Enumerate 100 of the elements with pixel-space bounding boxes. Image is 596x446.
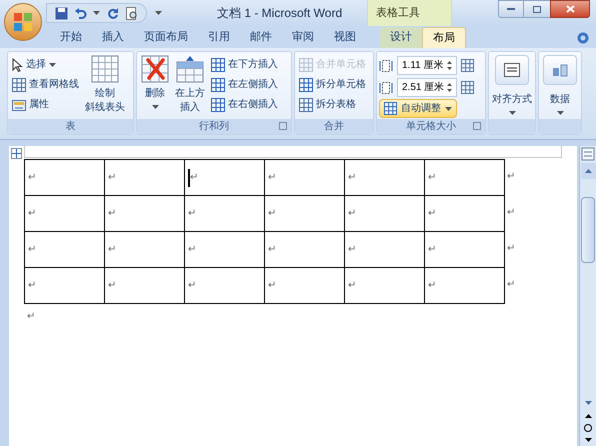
paragraph-mark: ↵ bbox=[108, 280, 116, 290]
spin-arrows-icon[interactable] bbox=[447, 82, 452, 93]
table-cell[interactable]: ↵ bbox=[344, 160, 424, 196]
ribbon-button[interactable]: 在右侧插入 bbox=[209, 95, 280, 114]
group-label: 合并 bbox=[324, 122, 344, 132]
ribbon-tab[interactable]: 布局 bbox=[422, 27, 466, 48]
ribbon-large-button[interactable]: 数据 bbox=[541, 55, 579, 115]
print-preview-icon[interactable] bbox=[125, 6, 138, 20]
undo-icon[interactable] bbox=[74, 6, 87, 20]
down-arrow-icon bbox=[584, 401, 592, 405]
table-cell[interactable]: ↵ bbox=[104, 160, 184, 196]
table-cell[interactable]: ↵ bbox=[264, 196, 344, 232]
ribbon-button[interactable]: 拆分单元格 bbox=[297, 75, 368, 94]
ribbon-large-button[interactable]: 对齐方式 bbox=[490, 55, 534, 115]
help-icon[interactable] bbox=[577, 32, 589, 44]
customize-toolbar-icon[interactable] bbox=[155, 11, 162, 15]
table-cell[interactable]: ↵ bbox=[264, 232, 344, 268]
row-height-icon bbox=[379, 58, 393, 72]
paragraph-mark: ↵ bbox=[268, 208, 276, 218]
table-cell[interactable]: ↵ bbox=[264, 160, 344, 196]
table-cell[interactable]: ↵ bbox=[184, 160, 264, 196]
distribute-rows-icon bbox=[461, 59, 474, 72]
ribbon-button[interactable]: 属性 bbox=[10, 95, 81, 114]
paragraph-mark: ↵ bbox=[348, 244, 356, 254]
table-cell[interactable]: ↵ bbox=[424, 196, 504, 232]
column-width-icon bbox=[379, 80, 393, 94]
paragraph-mark: ↵ bbox=[348, 208, 356, 218]
maximize-button[interactable] bbox=[524, 0, 550, 18]
close-button[interactable] bbox=[550, 0, 590, 18]
ribbon-large-button[interactable]: 删除 bbox=[139, 55, 171, 109]
group-label: 行和列 bbox=[199, 122, 229, 132]
spin-arrows-icon[interactable] bbox=[447, 60, 452, 71]
paragraph-mark: ↵ bbox=[268, 244, 276, 254]
paragraph-mark: ↵ bbox=[428, 244, 436, 254]
table-cell[interactable]: ↵ bbox=[344, 196, 424, 232]
paragraph-mark: ↵ bbox=[190, 172, 198, 182]
alignment-icon bbox=[504, 63, 520, 77]
table-cell[interactable]: ↵ bbox=[424, 268, 504, 304]
paragraph-mark: ↵ bbox=[428, 208, 436, 218]
scroll-up-button[interactable] bbox=[580, 163, 596, 179]
ribbon-tab[interactable]: 邮件 bbox=[240, 27, 282, 48]
ribbon-tab[interactable]: 设计 bbox=[380, 27, 422, 48]
insert-left-icon bbox=[211, 78, 225, 92]
paragraph-mark: ↵ bbox=[188, 244, 196, 254]
save-icon[interactable] bbox=[55, 6, 68, 20]
ribbon-button[interactable]: 在下方插入 bbox=[209, 55, 280, 74]
redo-icon[interactable] bbox=[106, 6, 119, 20]
row-end-mark: ↵ bbox=[507, 280, 515, 290]
ribbon-button[interactable]: 在左侧插入 bbox=[209, 75, 280, 94]
dropdown-caret-icon[interactable] bbox=[93, 11, 100, 15]
ribbon-large-button[interactable]: 绘制 斜线表头 bbox=[83, 55, 127, 115]
table-cell[interactable]: ↵ bbox=[104, 268, 184, 304]
table-cell[interactable]: ↵ bbox=[184, 232, 264, 268]
table-cell[interactable]: ↵ bbox=[184, 196, 264, 232]
ribbon-button[interactable]: 查看网格线 bbox=[10, 75, 81, 94]
ribbon-tab[interactable]: 开始 bbox=[50, 27, 92, 48]
size-field[interactable]: 1.11 厘米 bbox=[397, 56, 457, 75]
ribbon-tab[interactable]: 页面布局 bbox=[134, 27, 198, 48]
table-cell[interactable]: ↵ bbox=[24, 268, 104, 304]
ruler-toggle-icon[interactable] bbox=[581, 147, 595, 161]
browse-object-icon[interactable] bbox=[584, 424, 592, 432]
office-logo-icon bbox=[13, 12, 33, 32]
minimize-button[interactable] bbox=[498, 0, 524, 18]
table-cell[interactable]: ↵ bbox=[344, 232, 424, 268]
scroll-thumb[interactable] bbox=[581, 197, 595, 263]
group-label: 单元格大小 bbox=[406, 122, 456, 132]
ribbon-tab[interactable]: 视图 bbox=[324, 27, 366, 48]
paragraph-mark: ↵ bbox=[27, 312, 36, 322]
insert-above-icon bbox=[176, 55, 204, 83]
paragraph-mark: ↵ bbox=[108, 244, 116, 254]
table-cell[interactable]: ↵ bbox=[24, 232, 104, 268]
ribbon-button[interactable]: 拆分表格 bbox=[297, 95, 368, 114]
ribbon-button[interactable]: 选择 bbox=[10, 55, 81, 74]
table-cell[interactable]: ↵ bbox=[184, 268, 264, 304]
close-icon bbox=[566, 5, 574, 13]
down-arrow-icon bbox=[584, 438, 592, 442]
paragraph-mark: ↵ bbox=[428, 280, 436, 290]
paragraph-mark: ↵ bbox=[28, 280, 36, 290]
table-cell[interactable]: ↵ bbox=[264, 268, 344, 304]
size-field[interactable]: 2.51 厘米 bbox=[397, 78, 457, 97]
autofit-button[interactable]: 自动调整 bbox=[379, 99, 457, 118]
paragraph-mark: ↵ bbox=[428, 172, 436, 182]
table-cell[interactable]: ↵ bbox=[104, 232, 184, 268]
table-cell[interactable]: ↵ bbox=[424, 232, 504, 268]
up-arrow-icon bbox=[584, 414, 592, 418]
table-cell[interactable]: ↵ bbox=[344, 268, 424, 304]
table-cell[interactable]: ↵ bbox=[24, 160, 104, 196]
table-cell[interactable]: ↵ bbox=[104, 196, 184, 232]
paragraph-mark: ↵ bbox=[188, 208, 196, 218]
ribbon-tab[interactable]: 插入 bbox=[92, 27, 134, 48]
ribbon-tab[interactable]: 审阅 bbox=[282, 27, 324, 48]
table-cell[interactable]: ↵ bbox=[24, 196, 104, 232]
paragraph-mark: ↵ bbox=[268, 172, 276, 182]
table-cell[interactable]: ↵ bbox=[424, 160, 504, 196]
insert-below-icon bbox=[211, 58, 225, 72]
diagonal-header-icon bbox=[91, 55, 119, 83]
ribbon-tab[interactable]: 引用 bbox=[198, 27, 240, 48]
office-button[interactable] bbox=[4, 3, 42, 41]
row-end-mark: ↵ bbox=[507, 244, 515, 254]
ribbon-large-button[interactable]: 在上方 插入 bbox=[173, 55, 207, 115]
